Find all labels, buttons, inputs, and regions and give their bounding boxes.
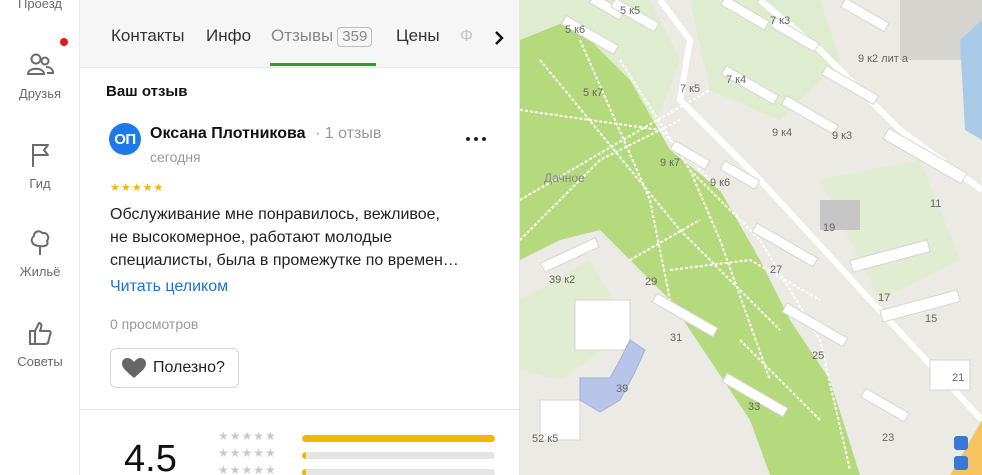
heart-icon [122,358,146,378]
map-label: 7 к3 [770,15,790,27]
map-label: 9 к3 [832,130,852,142]
map-canvas: 5 к5 5 к6 7 к3 9 к2 лит а 7 к4 5 к7 7 к5… [520,0,982,475]
rating-bar-stars: ★★★★★ [218,463,277,475]
map-label: 21 [952,372,964,384]
map-label: 9 к2 лит а [858,53,909,65]
tab-reviews-label: Отзывы [271,26,334,45]
tree-icon [30,230,50,255]
rail-friends-label: Друзья [18,86,62,101]
map-view[interactable]: 5 к5 5 к6 7 к3 9 к2 лит а 7 к4 5 к7 7 к5… [520,0,982,475]
rail-route-label: Проезд [17,0,62,11]
review-author-name[interactable]: Оксана Плотникова [150,125,306,143]
rating-bar-row: ★★★★★ [218,429,498,445]
map-label: Дачное [544,171,585,185]
chevron-right-icon [495,31,504,45]
tabs-scroll-right-button[interactable] [478,20,519,56]
map-label: 25 [812,350,824,362]
left-rail: Проезд Друзья Гид Жильё Советы [0,0,80,475]
notification-dot [60,38,68,46]
rail-guide-label: Гид [29,176,51,191]
section-divider [80,409,519,410]
tab-prices[interactable]: Цены [396,26,440,46]
map-label: 15 [925,313,937,325]
review-stars: ★★★★★ [110,182,165,194]
rating-bar-stars: ★★★★★ [218,429,277,443]
review-text-line: Обслуживание мне понравилось, вежливое, [110,206,440,223]
map-label: 39 [616,383,628,395]
rating-bar-track [302,435,495,442]
useful-button[interactable]: Полезно? [110,348,239,388]
map-label: 9 к4 [772,127,792,139]
rating-bar-track [302,452,495,459]
map-label: 27 [770,264,782,276]
map-label: 9 к7 [660,157,680,169]
rating-bar-fill [302,435,495,442]
map-label: 7 к5 [680,83,700,95]
avatar[interactable]: ОП [109,123,141,155]
rating-bar-row: ★★★★★ [218,446,498,462]
review-text-line: не высокомерное, работают молодые [110,229,392,246]
rail-item-tips[interactable]: Советы [0,318,80,369]
useful-button-label: Полезно? [153,359,225,376]
thumbs-up-icon [29,322,52,345]
rating-value: 4.5 [124,438,177,475]
read-more-link[interactable]: Читать целиком [110,278,228,296]
reviews-count-badge: 359 [337,27,373,47]
map-label: 5 к5 [620,5,640,17]
your-review-title: Ваш отзыв [106,83,188,100]
org-panel: Контакты Инфо Отзывы 359 Цены Ф Ваш отзыв… [80,0,520,475]
tabs-bar: Контакты Инфо Отзывы 359 Цены Ф [80,0,519,68]
map-label: 31 [670,332,682,344]
map-label: 19 [823,222,835,234]
review-more-button[interactable] [462,126,490,150]
rating-bar-stars: ★★★★★ [218,446,277,460]
friends-icon [26,53,55,75]
more-dots-icon [466,137,486,141]
map-label: 5 к6 [565,24,585,36]
rail-item-guide[interactable]: Гид [0,140,80,191]
rail-housing-label: Жильё [19,264,61,279]
active-tab-indicator [270,63,376,66]
review-views: 0 просмотров [110,316,199,332]
tab-photos[interactable]: Ф [460,26,473,46]
map-label: 23 [882,432,894,444]
map-label: 5 к7 [583,87,603,99]
review-date: сегодня [150,149,201,165]
rail-tips-label: Советы [17,354,63,369]
rating-bar-row: ★★★★★ [218,463,498,475]
map-label: 17 [878,292,890,304]
map-label: 39 к2 [549,274,575,286]
map-label: 29 [645,276,657,288]
map-label: 11 [930,198,941,210]
rating-bar-fill [302,452,306,459]
review-text: Обслуживание мне понравилось, вежливое, … [110,203,495,272]
flag-icon [32,144,49,167]
tab-contacts[interactable]: Контакты [111,26,184,46]
review-text-line: специалисты, была в промежутке по времен… [110,252,459,269]
rail-item-route[interactable]: Проезд [0,0,80,11]
rail-item-friends[interactable]: Друзья [0,50,80,101]
map-label: 7 к4 [726,74,746,86]
rating-bar-track [302,469,495,475]
map-label: 52 к5 [532,433,558,445]
tab-reviews[interactable]: Отзывы 359 [271,26,373,47]
map-label: 33 [748,401,760,413]
map-label: 9 к6 [710,177,730,189]
rail-item-housing[interactable]: Жильё [0,228,80,279]
rating-bar-fill [302,469,306,475]
review-author-count: · 1 отзыв [315,125,382,142]
tab-info[interactable]: Инфо [206,26,251,46]
